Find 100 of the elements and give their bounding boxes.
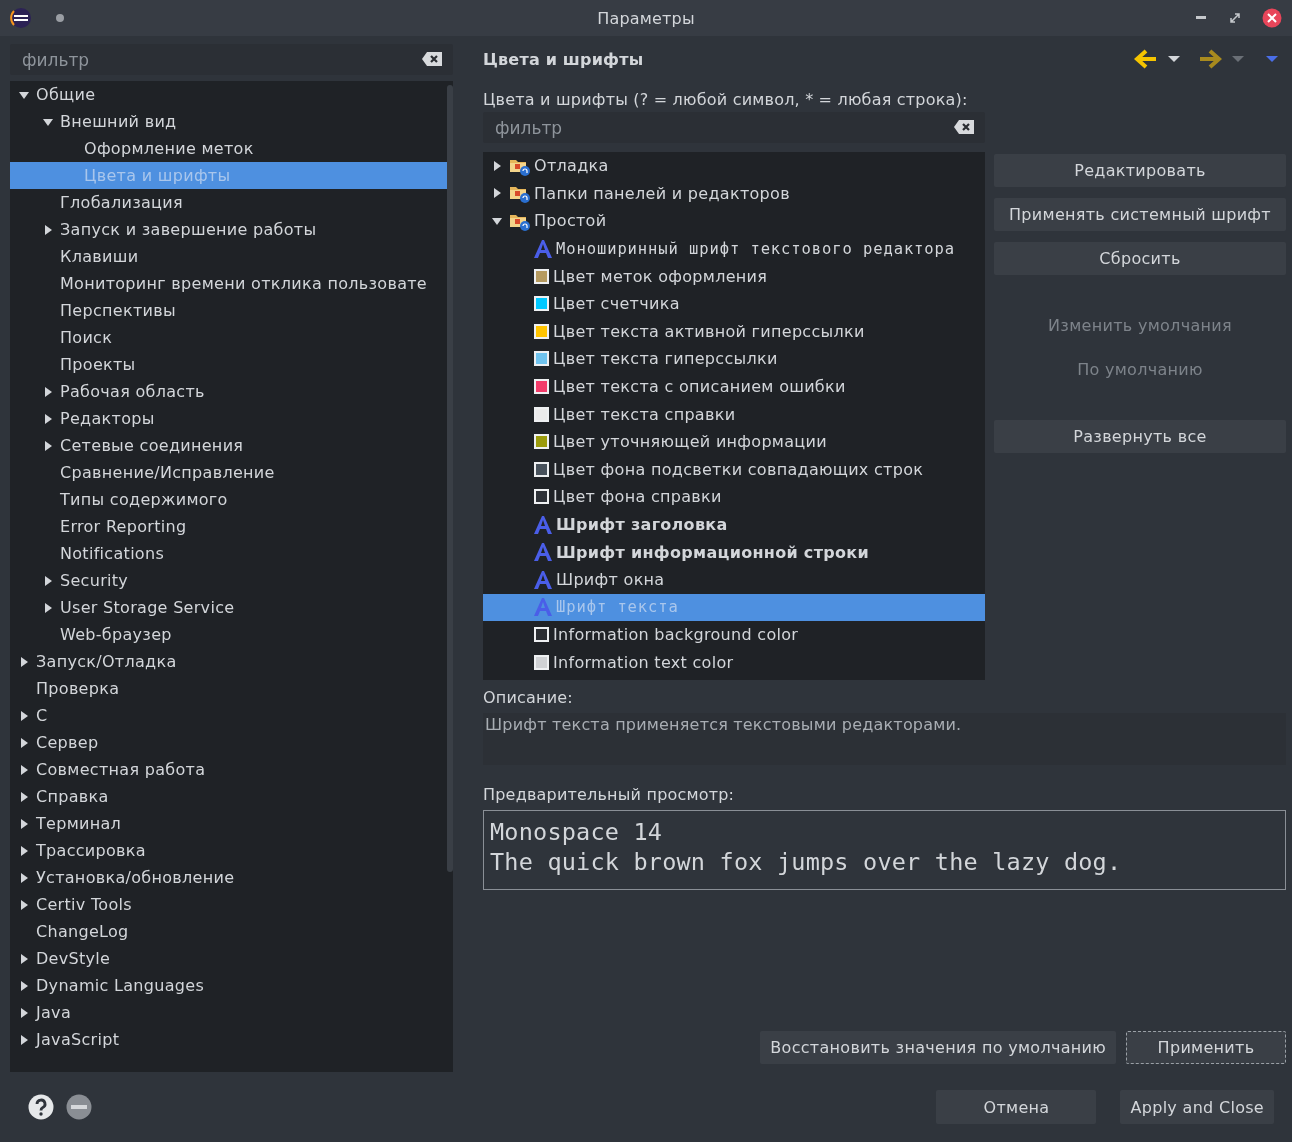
minimize-icon[interactable]	[1196, 16, 1206, 20]
expand-arrow-icon[interactable]	[19, 979, 29, 992]
expand-arrow-icon[interactable]	[43, 223, 53, 236]
collapse-arrow-icon[interactable]	[42, 116, 54, 127]
tree-item[interactable]: Типы содержимого	[10, 486, 447, 513]
collapse-arrow-icon[interactable]	[491, 216, 503, 226]
tree-item[interactable]: Простой	[483, 207, 985, 235]
tree-item[interactable]: Запуск и завершение работы	[10, 216, 447, 243]
collapse-arrow-icon[interactable]	[18, 89, 30, 100]
apply-and-close-button[interactable]: Apply and Close	[1120, 1090, 1274, 1124]
tree-item[interactable]: Справка	[10, 783, 447, 810]
restore-icon[interactable]	[1230, 13, 1240, 23]
tree-item[interactable]: Рабочая область	[10, 378, 447, 405]
tree-item[interactable]: Трассировка	[10, 837, 447, 864]
action-button[interactable]: Применять системный шрифт	[994, 198, 1286, 231]
tree-item[interactable]: Сравнение/Исправление	[10, 459, 447, 486]
expand-arrow-icon[interactable]	[19, 790, 29, 803]
expand-arrow-icon[interactable]	[19, 1006, 29, 1019]
tree-item[interactable]: Information background color	[483, 621, 985, 649]
tree-item[interactable]: Шрифт информационной строки	[483, 538, 985, 566]
expand-arrow-icon[interactable]	[19, 709, 29, 722]
restore-defaults-button[interactable]: Восстановить значения по умолчанию	[760, 1031, 1116, 1064]
tree-item[interactable]: Цвет уточняющей информации	[483, 427, 985, 456]
tree-item[interactable]: Мониторинг времени отклика пользовате	[10, 270, 447, 297]
tree-item[interactable]: Сетевые соединения	[10, 432, 447, 459]
tree-item[interactable]: Шрифт окна	[483, 565, 985, 594]
expand-arrow-icon[interactable]	[43, 574, 53, 587]
tree-item[interactable]: Запуск/Отладка	[10, 648, 447, 675]
forward-arrow-icon[interactable]	[1198, 49, 1222, 69]
expand-arrow-icon[interactable]	[19, 844, 29, 857]
tree-item[interactable]: Клавиши	[10, 243, 447, 270]
tree-item[interactable]: Глобализация	[10, 189, 447, 216]
tree-item[interactable]: C	[10, 702, 447, 729]
expand-arrow-icon[interactable]	[43, 412, 53, 425]
close-icon[interactable]	[1262, 8, 1282, 28]
expand-arrow-icon[interactable]	[492, 187, 502, 200]
expand-arrow-icon[interactable]	[43, 601, 53, 614]
tree-item[interactable]: ChangeLog	[10, 918, 447, 945]
tree-item[interactable]: Папки панелей и редакторов	[483, 179, 985, 208]
tree-item[interactable]: Цвет счетчика	[483, 289, 985, 318]
expand-arrow-icon[interactable]	[19, 655, 29, 668]
tree-item[interactable]: Общие	[10, 81, 447, 108]
tree-item[interactable]: Отладка	[483, 152, 985, 180]
action-button[interactable]: Развернуть все	[994, 420, 1286, 453]
tree-item[interactable]: Терминал	[10, 810, 447, 837]
tree-item[interactable]: Цвет фона справки	[483, 483, 985, 511]
tree-item[interactable]: JavaScript	[10, 1026, 447, 1053]
expand-arrow-icon[interactable]	[19, 952, 29, 965]
tree-item[interactable]: Шрифт заголовка	[483, 510, 985, 539]
record-icon[interactable]	[66, 1094, 92, 1120]
back-arrow-icon[interactable]	[1134, 49, 1158, 69]
tree-item[interactable]: Оформление меток	[10, 135, 447, 162]
tree-item[interactable]: Цвет меток оформления	[483, 262, 985, 290]
tree-item[interactable]: Установка/обновление	[10, 864, 447, 891]
menu-caret-icon[interactable]	[1266, 55, 1278, 63]
action-button[interactable]: Сбросить	[994, 242, 1286, 275]
expand-arrow-icon[interactable]	[492, 159, 502, 172]
tree-item[interactable]: Цвет текста с описанием ошибки	[483, 372, 985, 401]
tree-item[interactable]: Dynamic Languages	[10, 972, 447, 999]
tree-item[interactable]: Notifications	[10, 540, 447, 567]
tree-item[interactable]: Java	[10, 999, 447, 1026]
tree-item[interactable]: Цвет текста активной гиперссылки	[483, 317, 985, 346]
tree-item[interactable]: Error Reporting	[10, 513, 447, 540]
help-icon[interactable]	[28, 1094, 54, 1120]
clear-icon[interactable]	[953, 119, 975, 135]
scrollbar[interactable]	[447, 85, 453, 872]
expand-arrow-icon[interactable]	[19, 898, 29, 911]
tree-item[interactable]: Сервер	[10, 729, 447, 756]
dropdown-caret-icon[interactable]	[1168, 55, 1180, 63]
tree-item[interactable]: Внешний вид	[10, 108, 447, 135]
tree-item[interactable]: Certiv Tools	[10, 891, 447, 918]
expand-arrow-icon[interactable]	[19, 736, 29, 749]
tree-item[interactable]: Web-браузер	[10, 621, 447, 648]
tree-item[interactable]: Поиск	[10, 324, 447, 351]
expand-arrow-icon[interactable]	[43, 439, 53, 452]
tree-item[interactable]: DevStyle	[10, 945, 447, 972]
clear-icon[interactable]	[421, 51, 443, 67]
filter-field[interactable]: фильтр	[10, 44, 453, 75]
tree-item[interactable]: Моноширинный шрифт текстового редактора	[483, 234, 985, 263]
action-button[interactable]: Редактировать	[994, 154, 1286, 187]
tree-item[interactable]: Редакторы	[10, 405, 447, 432]
tree-item[interactable]: User Storage Service	[10, 594, 447, 621]
tree-item[interactable]: Проверка	[10, 675, 447, 702]
expand-arrow-icon[interactable]	[19, 871, 29, 884]
tree-item[interactable]: Information text color	[483, 648, 985, 677]
expand-arrow-icon[interactable]	[19, 763, 29, 776]
tree-item[interactable]: Совместная работа	[10, 756, 447, 783]
expand-arrow-icon[interactable]	[19, 817, 29, 830]
expand-arrow-icon[interactable]	[43, 385, 53, 398]
tree-item[interactable]: Цвет текста гиперссылки	[483, 345, 985, 373]
expand-arrow-icon[interactable]	[19, 1033, 29, 1046]
tree-item[interactable]: Проекты	[10, 351, 447, 378]
tree-item[interactable]: Цвет фона подсветки совпадающих строк	[483, 455, 985, 484]
cancel-button[interactable]: Отмена	[936, 1090, 1097, 1124]
dot-icon[interactable]	[56, 14, 64, 22]
tree-item[interactable]: Security	[10, 567, 447, 594]
filter-field[interactable]: фильтр	[483, 112, 985, 143]
apply-button[interactable]: Применить	[1126, 1031, 1286, 1064]
tree-item[interactable]: Цвет текста справки	[483, 400, 985, 428]
tree-item[interactable]: Перспективы	[10, 297, 447, 324]
